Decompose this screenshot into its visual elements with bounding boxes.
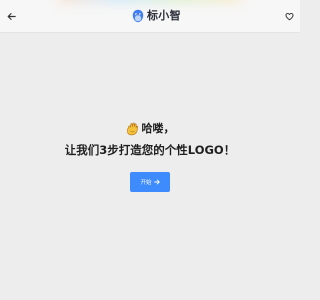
headline: 让我们3步打造您的个性LOGO！ — [64, 143, 236, 157]
welcome-panel: 哈喽， 让我们3步打造您的个性LOGO！ 开始 — [0, 120, 300, 192]
greeting-text: 哈喽， — [141, 122, 175, 135]
start-button[interactable]: 开始 — [130, 172, 170, 192]
brand-logo-icon — [132, 9, 144, 23]
arrow-right-icon — [153, 179, 160, 185]
heart-outline-icon — [284, 12, 294, 20]
back-button[interactable] — [3, 8, 19, 24]
favorite-button[interactable] — [281, 8, 297, 24]
waving-hand-emoji-icon — [126, 122, 138, 136]
header-glow — [58, 0, 242, 2]
greeting-row: 哈喽， — [126, 120, 175, 138]
back-arrow-icon — [7, 12, 16, 20]
top-bar: 标小智 — [0, 0, 300, 33]
start-button-label: 开始 — [140, 180, 152, 186]
brand-name: 标小智 — [147, 9, 181, 22]
brand[interactable]: 标小智 — [132, 8, 181, 24]
